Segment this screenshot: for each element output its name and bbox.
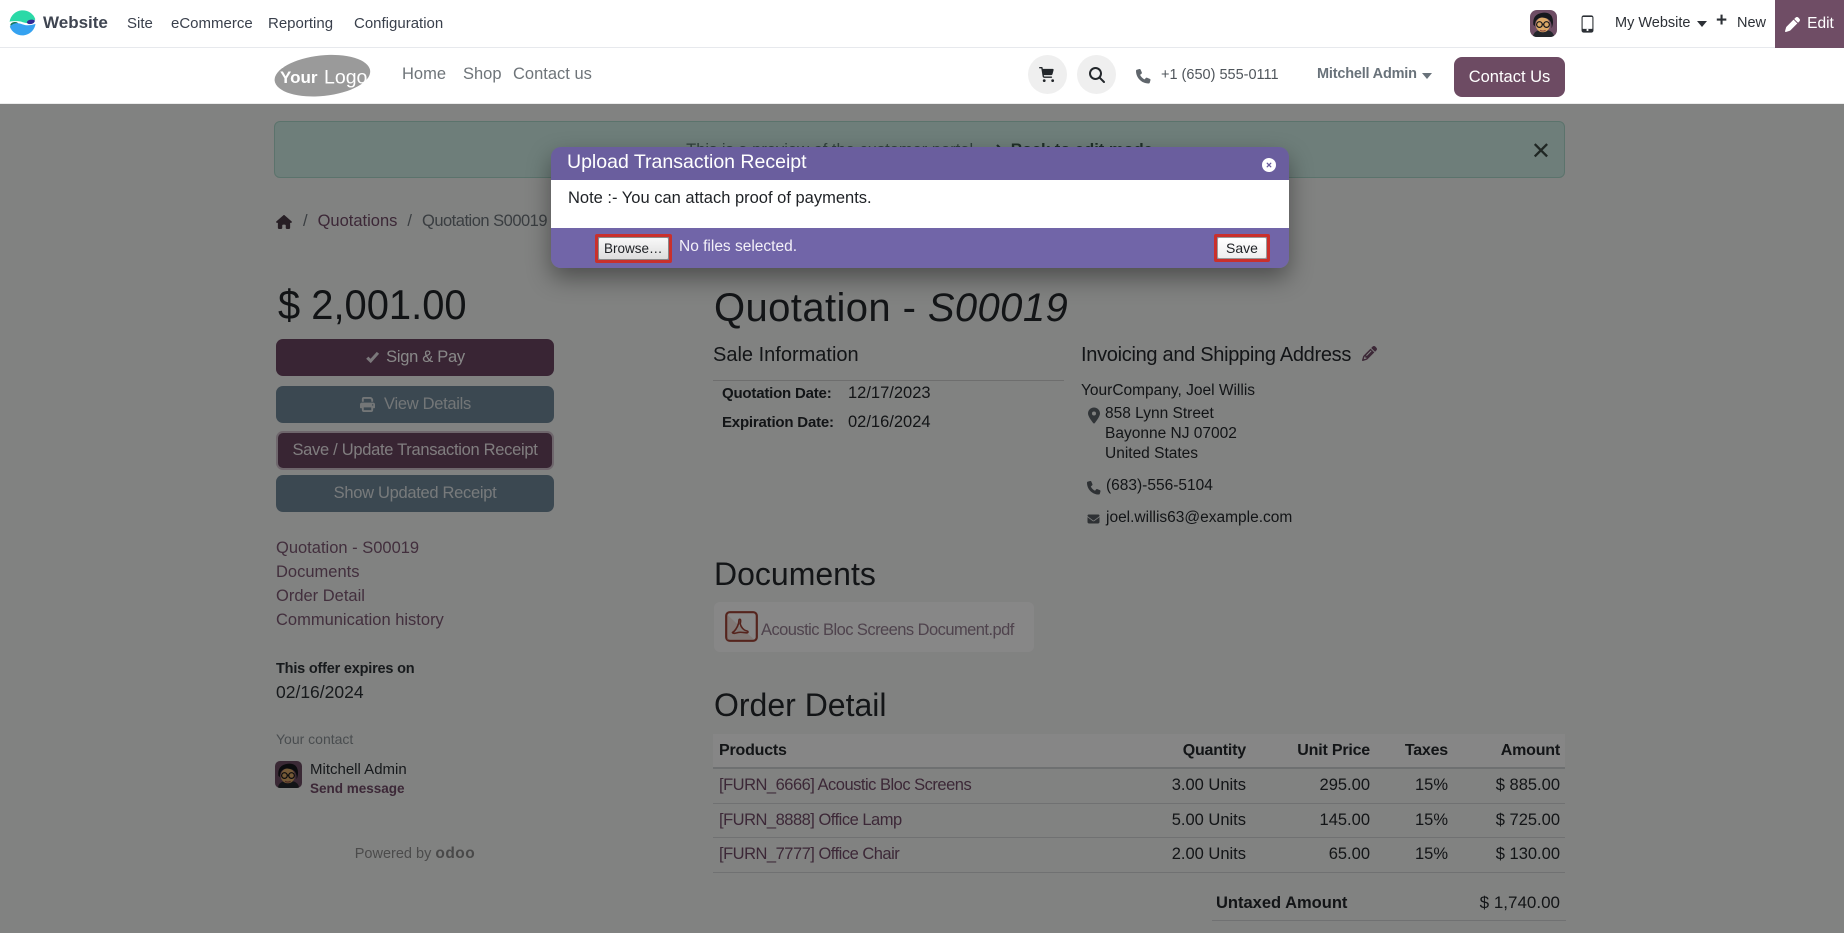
svg-text:Your: Your (280, 68, 318, 87)
svg-text:Logo: Logo (324, 67, 368, 89)
